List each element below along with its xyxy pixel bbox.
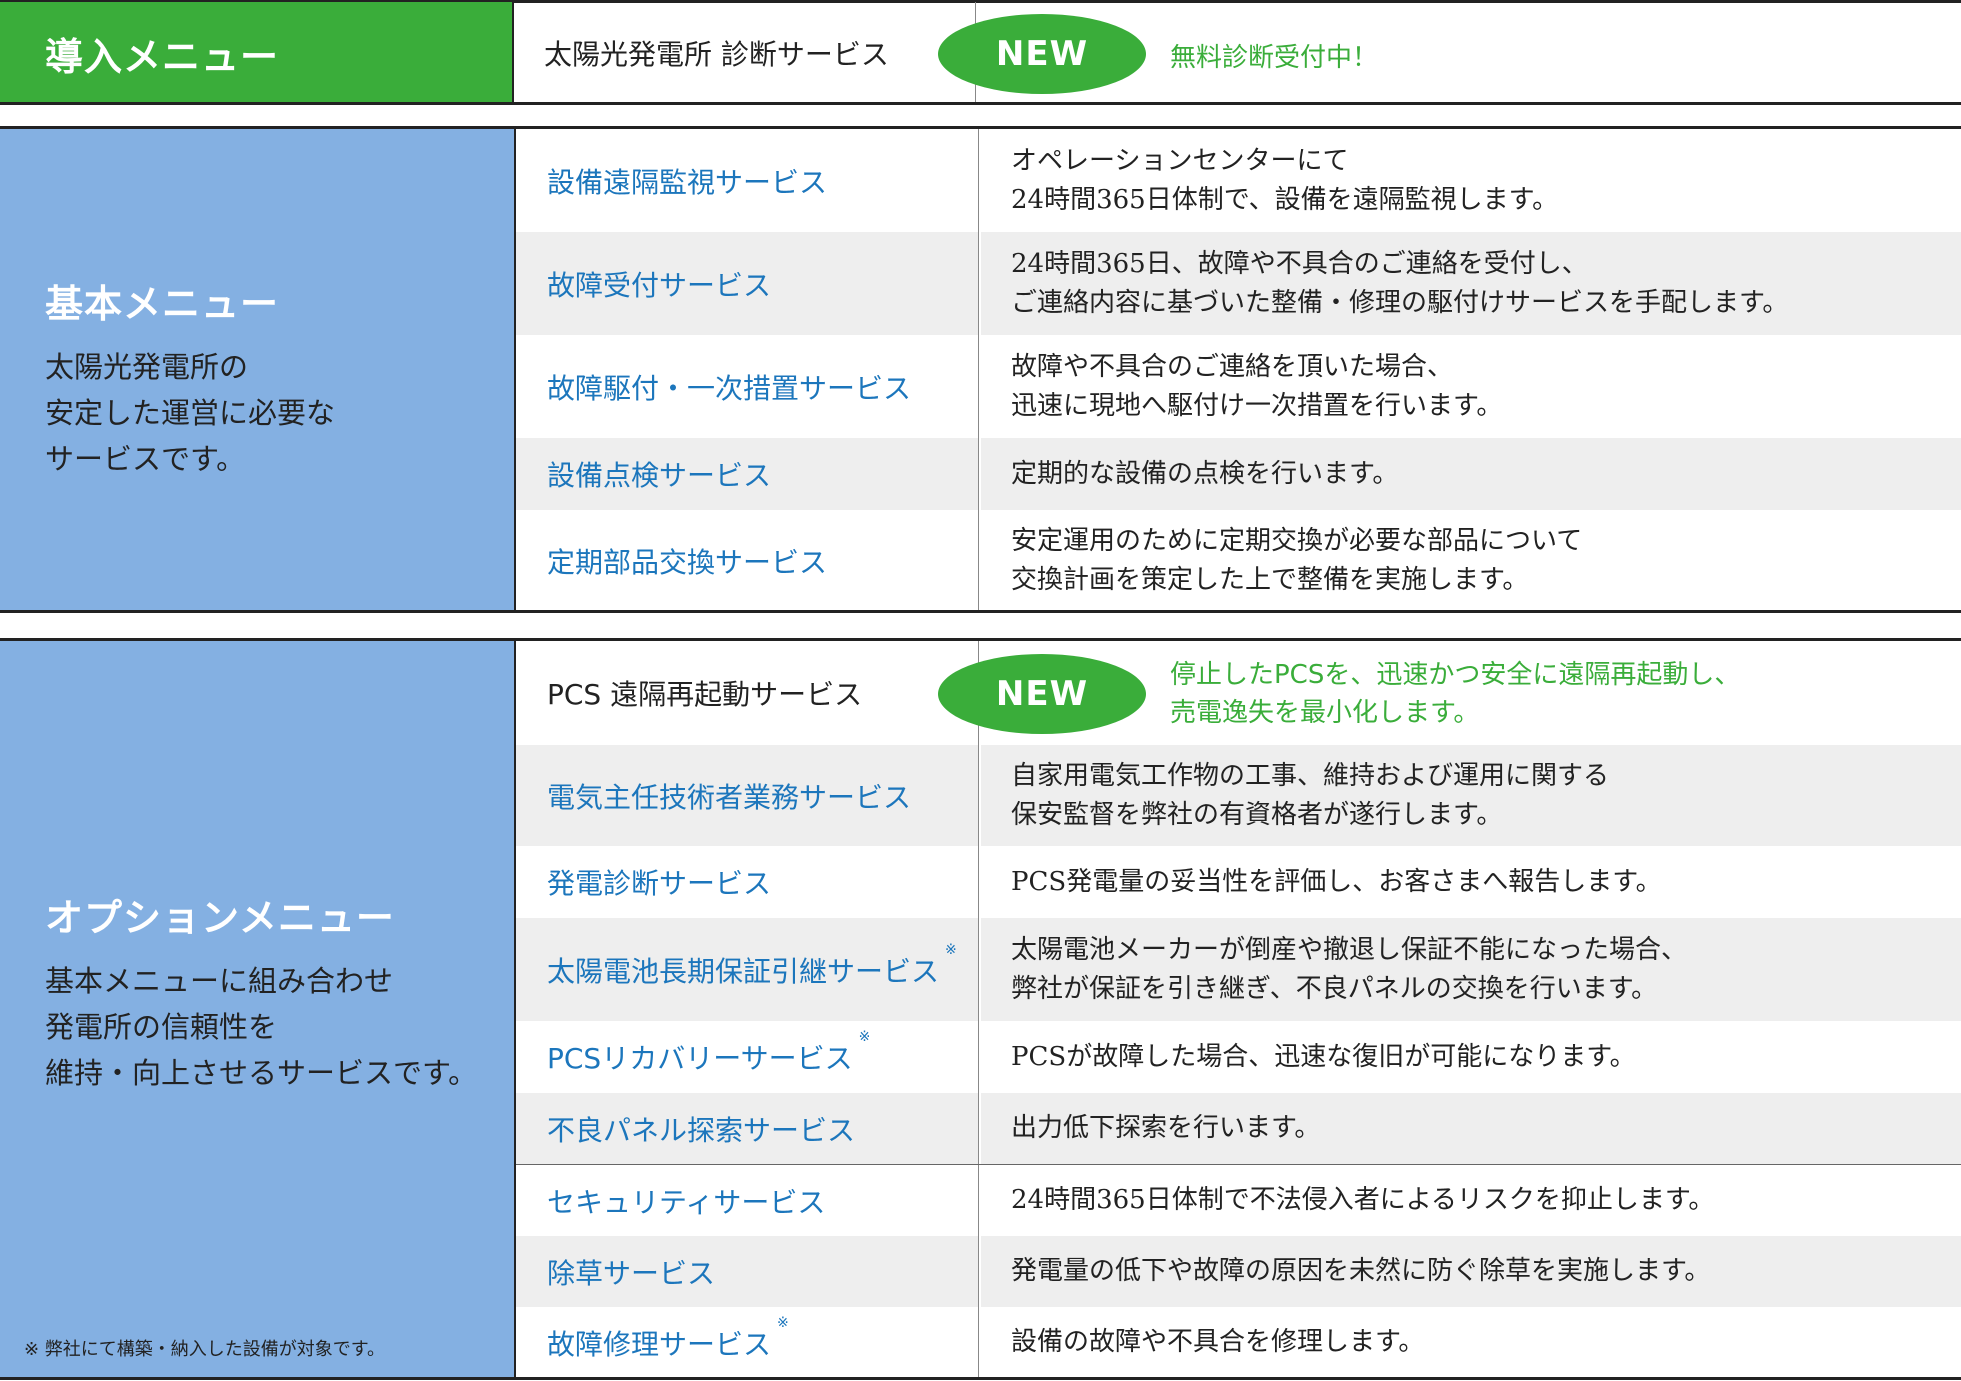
option-service-row[interactable]: 発電診断サービス [516,846,978,918]
footnote-mark: ※ [777,1314,789,1331]
service-name[interactable]: 太陽電池長期保証引継サービス※ [547,942,957,990]
basic-service-row[interactable]: 故障受付サービス [516,232,978,335]
service-name[interactable]: 故障修理サービス※ [547,1315,789,1363]
option-service-desc: 出力低下探索を行います。 [981,1093,1961,1164]
option-service-desc: 自家用電気工作物の工事、維持および運用に関する 保安監督を弊社の有資格者が遂行し… [981,745,1961,846]
basic-category-panel: 基本メニュー 太陽光発電所の 安定した運営に必要な サービスです。 [0,129,514,612]
option-service-desc: 発電量の低下や故障の原因を未然に防ぐ除草を実施します。 [981,1236,1961,1307]
intro-label-cell: 導入メニュー [0,2,512,104]
option-service-desc: PCS発電量の妥当性を評価し、お客さまへ報告します。 [1011,866,1662,897]
basic-service-desc: 安定運用のために定期交換が必要な部品について 交換計画を策定した上で整備を実施し… [1011,526,1583,595]
service-name[interactable]: 設備点検サービス [547,454,771,494]
option-service-desc: 設備の故障や不具合を修理します。 [1011,1327,1425,1357]
intro-new-badge: NEW [938,14,1146,94]
basic-service-desc: 24時間365日、故障や不具合のご連絡を受付し、 ご連絡内容に基づいた整備・修理… [981,232,1961,335]
option-service-desc: PCSが故障した場合、迅速な復旧が可能になります。 [1011,1041,1636,1072]
service-name[interactable]: セキュリティサービス [547,1181,825,1221]
service-name[interactable]: 発電診断サービス [547,862,771,902]
basic-service-row[interactable]: 設備点検サービス [516,438,978,510]
service-name[interactable]: 定期部品交換サービス [547,541,827,581]
footnote-mark: ※ [945,941,957,958]
option-service-row[interactable]: 故障修理サービス※ [516,1307,978,1378]
option-service-row[interactable]: 電気主任技術者業務サービス [516,745,978,846]
intro-service-name[interactable]: 太陽光発電所 診断サービス [544,33,889,73]
basic-service-desc: オペレーションセンターにて 24時間365日体制で、設備を遠隔監視します。 [1011,145,1559,215]
footnote-mark: ※ [858,1029,871,1045]
basic-title: 基本メニュー [45,282,280,326]
option-footnote: ※ 弊社にて構築・納入した設備が対象です。 [24,1339,386,1360]
intro-section: 導入メニュー 太陽光発電所 診断サービス NEW 無料診断受付中！ [0,0,1961,105]
service-name[interactable]: 設備遠隔監視サービス [547,161,827,201]
service-name[interactable]: PCS 遠隔再起動サービス [547,673,862,713]
basic-service-desc: 故障や不具合のご連絡を頂いた場合、 迅速に現地へ駆付け一次措置を行います。 [1011,351,1503,421]
basic-service-row[interactable]: 故障駆付・一次措置サービス [516,335,978,438]
option-title: オプションメニュー [45,896,395,940]
service-name[interactable]: 故障駆付・一次措置サービス [547,367,911,407]
pcs-restart-new-badge: NEW [938,654,1146,734]
option-service-desc: 24時間365日体制で不法侵入者によるリスクを抑止します。 [1011,1185,1715,1215]
option-description: 基本メニューに組み合わせ 発電所の信頼性を 維持・向上させるサービスです。 [45,964,478,1090]
service-name[interactable]: 故障受付サービス [547,264,771,304]
option-service-row[interactable]: 太陽電池長期保証引継サービス※ [516,918,978,1021]
service-name[interactable]: PCSリカバリーサービス※ [547,1029,870,1077]
basic-description: 太陽光発電所の 安定した運営に必要な サービスです。 [45,350,336,476]
option-service-row[interactable]: セキュリティサービス [516,1165,978,1236]
service-name[interactable]: 不良パネル探索サービス [547,1109,855,1149]
option-service-row[interactable]: 不良パネル探索サービス [516,1093,978,1164]
basic-service-row[interactable]: 設備遠隔監視サービス [516,129,978,232]
pcs-restart-note: 停止したPCSを、迅速かつ安全に遠隔再起動し、 売電逸失を最小化します。 [1170,660,1741,728]
intro-service-cell: 太陽光発電所 診断サービス [514,2,974,104]
service-name[interactable]: 除草サービス [547,1252,715,1292]
intro-note: 無料診断受付中！ [1170,43,1379,73]
service-name[interactable]: 電気主任技術者業務サービス [547,776,911,816]
option-service-row[interactable]: 除草サービス [516,1236,978,1307]
option-service-row-pcs-restart[interactable]: PCS 遠隔再起動サービス [516,641,978,745]
intro-label: 導入メニュー [45,34,280,79]
option-category-panel: オプションメニュー 基本メニューに組み合わせ 発電所の信頼性を 維持・向上させる… [0,641,514,1378]
option-service-row[interactable]: PCSリカバリーサービス※ [516,1021,978,1093]
basic-service-row[interactable]: 定期部品交換サービス [516,510,978,612]
option-service-desc: 太陽電池メーカーが倒産や撤退し保証不能になった場合、 弊社が保証を引き継ぎ、不良… [981,918,1961,1021]
basic-service-desc: 定期的な設備の点検を行います。 [981,438,1961,510]
